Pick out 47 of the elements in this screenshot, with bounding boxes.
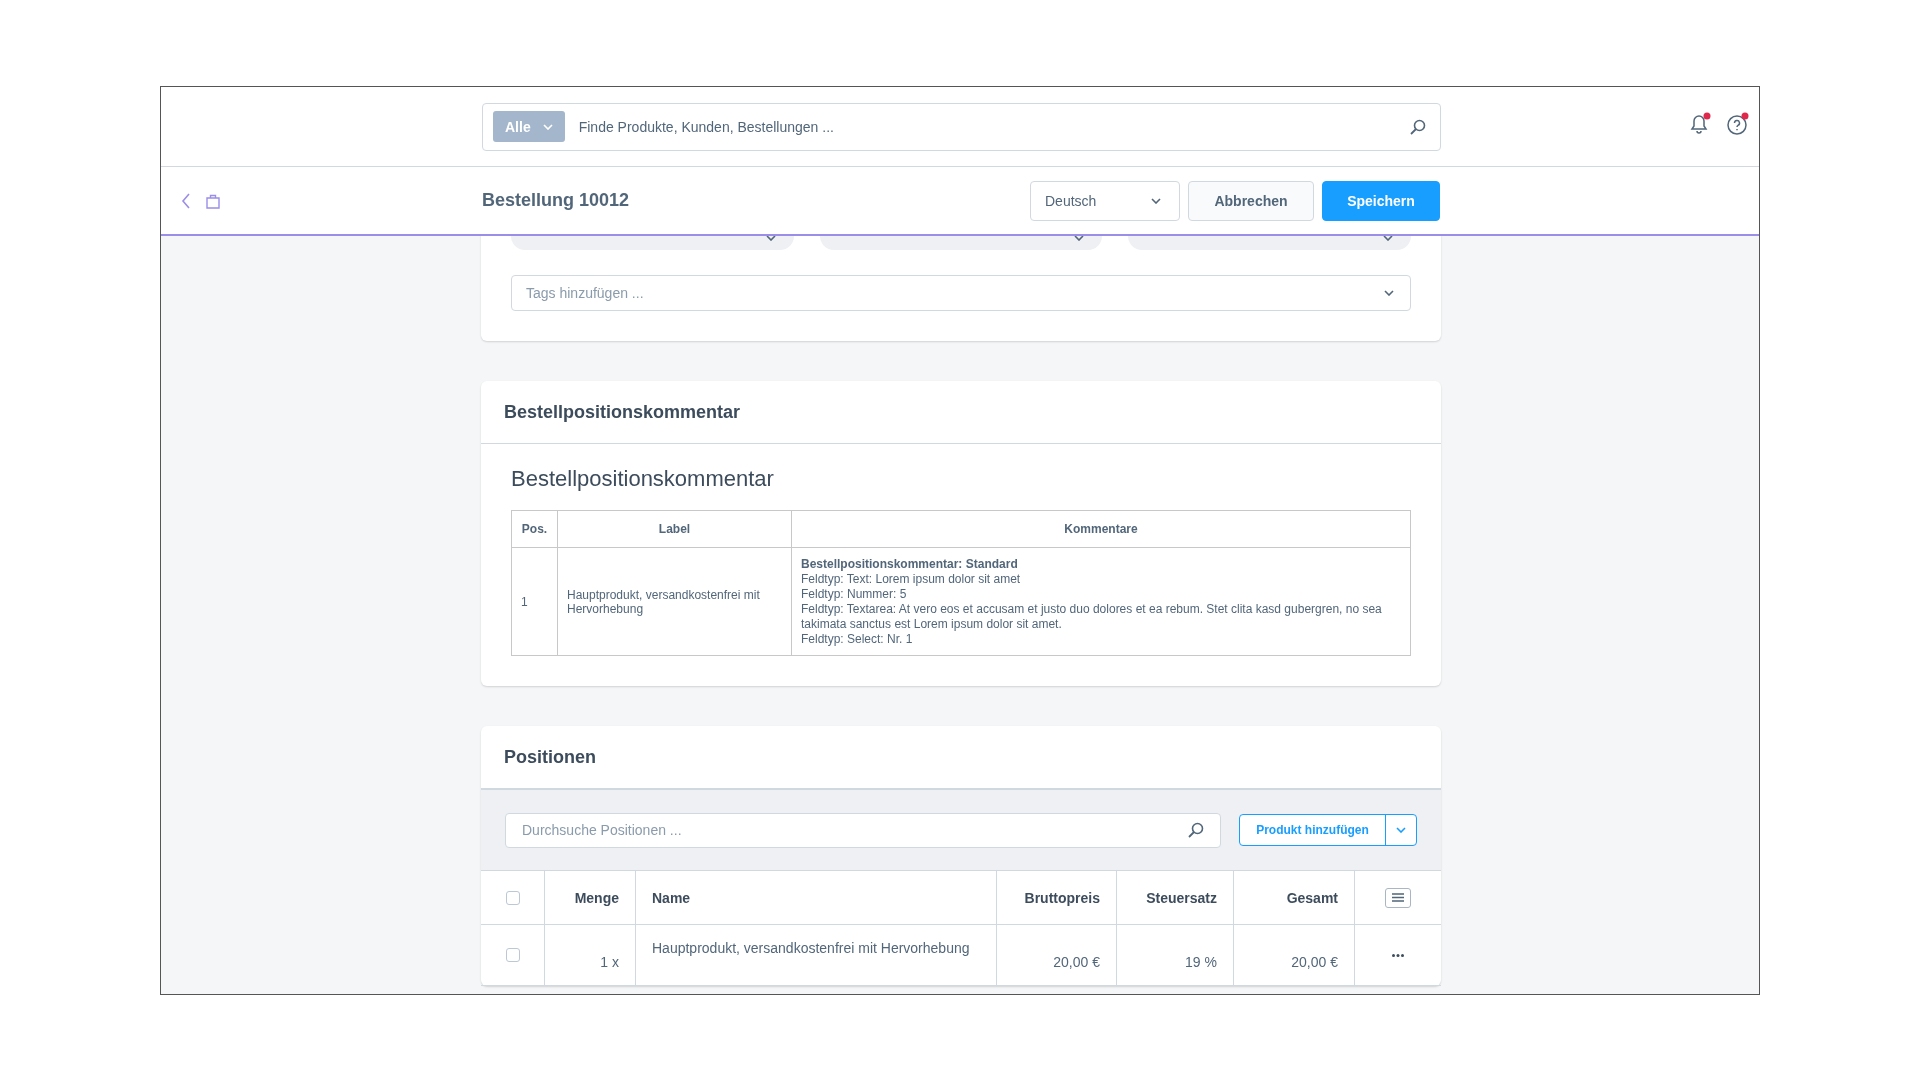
column-header: Steuersatz <box>1117 871 1234 924</box>
positions-search-field[interactable]: Durchsuche Positionen ... <box>505 812 1221 848</box>
search-placeholder: Finde Produkte, Kunden, Bestellungen ... <box>578 118 835 135</box>
more-options-icon[interactable] <box>1392 953 1404 957</box>
table-cell: 1 x <box>545 925 636 985</box>
language-select[interactable]: Deutsch <box>1030 180 1180 221</box>
search-scope-dropdown[interactable]: Alle <box>493 111 565 142</box>
save-button[interactable]: Speichern <box>1322 180 1440 221</box>
caret-down-icon <box>765 236 776 241</box>
column-header: Kommentare <box>791 510 1411 548</box>
tags-field[interactable]: Tags hinzufügen ... <box>511 275 1411 311</box>
comment-title: Bestellpositionskommentar: Standard <box>801 557 1019 572</box>
menu-icon[interactable] <box>1385 887 1411 908</box>
column-header: Label <box>557 510 792 548</box>
table-cell: Hauptprodukt, versandkostenfrei mit Hervorhebung <box>636 925 997 985</box>
section-heading: Bestellpositionskommentar <box>511 466 775 492</box>
table-cell: 20,00 € <box>1234 925 1355 985</box>
column-header: Menge <box>545 871 636 924</box>
column-header: Bruttopreis <box>997 871 1117 924</box>
caret-down-icon <box>1074 236 1085 241</box>
search-icon <box>1410 118 1426 135</box>
table-cell: 20,00 € <box>997 925 1117 985</box>
column-header: Pos. <box>511 510 558 548</box>
comment-line: Feldtyp: Text: Lorem ipsum dolor sit amet <box>801 572 1022 587</box>
column-header: Gesamt <box>1234 871 1355 924</box>
shopping-bag-icon <box>205 192 221 209</box>
card-title: Bestellpositionskommentar <box>481 381 1441 444</box>
row-checkbox[interactable] <box>505 948 520 962</box>
caret-down-icon <box>1384 290 1394 296</box>
search-icon <box>1188 822 1204 838</box>
column-header: Name <box>636 871 997 924</box>
add-product-button[interactable]: Produkt hinzufügen <box>1239 814 1417 846</box>
caret-down-icon <box>1151 197 1161 204</box>
cancel-button[interactable]: Abbrechen <box>1188 180 1314 221</box>
global-search-field[interactable]: Alle Finde Produkte, Kunden, Bestellungen ... <box>482 102 1441 151</box>
select-all-checkbox[interactable] <box>505 890 520 905</box>
caret-down-icon <box>1396 827 1406 833</box>
comment-line: Feldtyp: Nummer: 5 <box>801 587 908 602</box>
table-cell: Hauptprodukt, versandkostenfrei mit Hervorhebung <box>557 547 792 656</box>
page-title: Bestellung 10012 <box>482 190 631 211</box>
comment-line: Feldtyp: Select: Nr. 1 <box>801 632 914 647</box>
caret-down-icon <box>1383 236 1393 241</box>
table-cell: 19 % <box>1117 925 1234 985</box>
help-icon[interactable] <box>1725 112 1749 136</box>
table-cell: 1 <box>511 547 558 656</box>
caret-down-icon <box>542 123 553 130</box>
comment-line: Feldtyp: Textarea: At vero eos et accusam et justo duo dolores et ea rebum. Stet clita kasd gubergren, no sea takimata sanctus est Lorem ipsum dolor sit amet. <box>801 602 1383 632</box>
